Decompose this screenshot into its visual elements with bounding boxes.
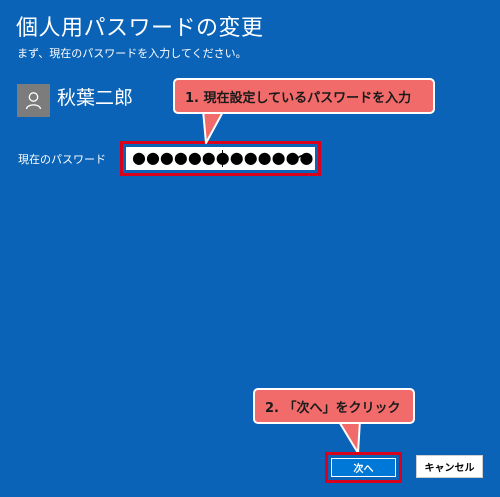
callout1-tail: [202, 110, 225, 144]
avatar: [17, 84, 50, 117]
current-password-input[interactable]: ●●●●●●●●●●●●●: [126, 147, 315, 170]
callout-step1: 1. 現在設定しているパスワードを入力: [173, 78, 435, 114]
text-caret: [222, 150, 223, 167]
next-button-highlight-frame: 次へ: [325, 452, 402, 483]
user-name: 秋葉二郎: [57, 87, 134, 109]
password-label: 現在のパスワード: [18, 153, 106, 166]
callout-step2: 2. 「次へ」をクリック: [253, 388, 415, 424]
eye-icon[interactable]: [296, 152, 310, 164]
dialog-subtitle: まず、現在のパスワードを入力してください。: [17, 47, 247, 60]
password-highlight-frame: ●●●●●●●●●●●●●: [120, 141, 321, 176]
person-icon: [25, 92, 42, 110]
callout2-tail: [337, 420, 361, 454]
next-button[interactable]: 次へ: [331, 458, 396, 477]
dialog-title: 個人用パスワードの変更: [16, 16, 264, 41]
cancel-button[interactable]: キャンセル: [416, 455, 483, 478]
